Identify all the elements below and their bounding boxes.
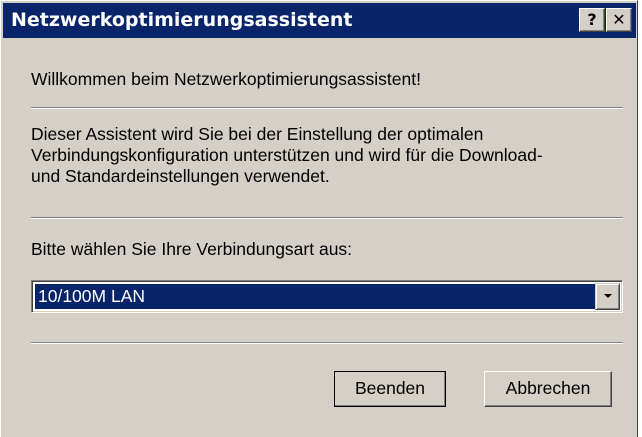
- cancel-button[interactable]: Abbrechen: [484, 371, 612, 407]
- dropdown-button[interactable]: [595, 283, 620, 310]
- help-button[interactable]: ?: [579, 8, 605, 32]
- description-line: Verbindungskonfiguration unterstützen un…: [31, 145, 543, 165]
- chevron-down-icon: [604, 294, 612, 298]
- description-line: und Standardeinstellungen verwendet.: [31, 166, 330, 186]
- description-line: Dieser Assistent wird Sie bei der Einste…: [31, 124, 484, 144]
- separator: [31, 107, 623, 109]
- finish-button[interactable]: Beenden: [334, 371, 446, 407]
- welcome-heading: Willkommen beim Netzwerkoptimierungsassi…: [31, 69, 421, 89]
- close-button[interactable]: ✕: [606, 8, 632, 32]
- separator: [31, 217, 623, 219]
- dialog-window: Netzwerkoptimierungsassistent ? ✕ Willko…: [0, 0, 638, 437]
- window-title: Netzwerkoptimierungsassistent: [11, 9, 353, 31]
- separator: [31, 342, 623, 344]
- description-text: Dieser Assistent wird Sie bei der Einste…: [31, 124, 543, 187]
- connection-type-value[interactable]: 10/100M LAN: [35, 284, 595, 309]
- title-bar[interactable]: Netzwerkoptimierungsassistent ? ✕: [3, 3, 636, 38]
- connection-type-select[interactable]: 10/100M LAN: [31, 280, 623, 313]
- connection-type-label: Bitte wählen Sie Ihre Verbindungsart aus…: [31, 239, 353, 259]
